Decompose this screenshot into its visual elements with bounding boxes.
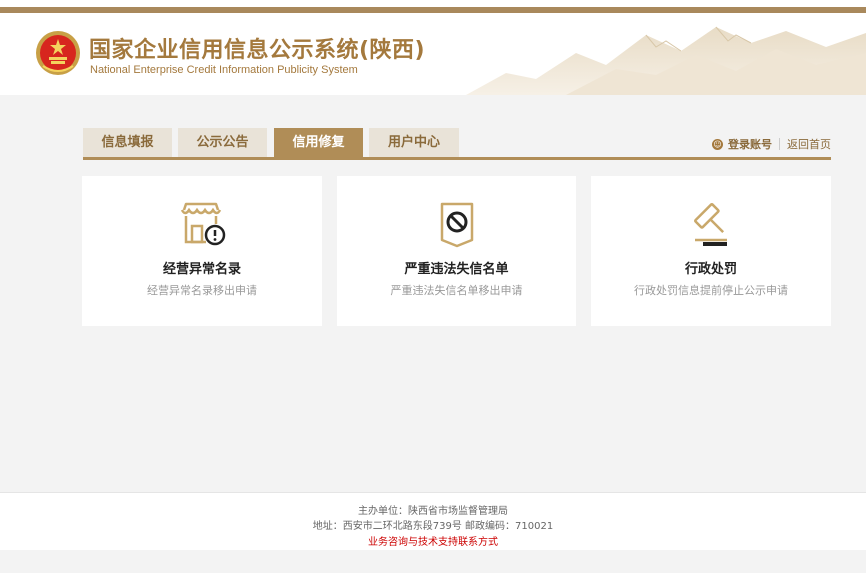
shop-alert-icon [180, 202, 226, 246]
card-serious-violation[interactable]: 严重违法失信名单 严重违法失信名单移出申请 [337, 176, 576, 326]
user-icon: ☺ [712, 138, 723, 150]
card-abnormal-operation[interactable]: 经营异常名录 经营异常名录移出申请 [82, 176, 322, 326]
card-description: 行政处罚信息提前停止公示申请 [634, 284, 788, 297]
tab-credit-repair[interactable]: 信用修复 [274, 128, 363, 157]
site-title: 国家企业信用信息公示系统(陕西) [89, 38, 426, 63]
footer-contact-link[interactable]: 业务咨询与技术支持联系方式 [0, 533, 866, 548]
tab-info-report[interactable]: 信息填报 [83, 128, 172, 157]
return-home-link[interactable]: 返回首页 [787, 136, 831, 152]
prohibited-list-icon [440, 202, 473, 248]
tab-public-notice[interactable]: 公示公告 [178, 128, 267, 157]
site-header: 国家企业信用信息公示系统(陕西) National Enterprise Cre… [0, 13, 866, 95]
card-description: 经营异常名录移出申请 [147, 284, 257, 297]
site-subtitle: National Enterprise Credit Information P… [90, 64, 358, 76]
account-links: ☺ 登录账号 返回首页 [712, 136, 831, 152]
divider [779, 138, 780, 150]
card-title: 行政处罚 [684, 262, 737, 277]
card-title: 经营异常名录 [162, 262, 241, 277]
national-emblem-icon [36, 31, 80, 75]
card-administrative-penalty[interactable]: 行政处罚 行政处罚信息提前停止公示申请 [591, 176, 831, 326]
footer-sponsor: 主办单位：陕西省市场监督管理局 [358, 506, 508, 517]
card-title: 严重违法失信名单 [404, 262, 509, 277]
login-link[interactable]: 登录账号 [728, 136, 772, 152]
tab-user-center[interactable]: 用户中心 [369, 128, 459, 157]
mountain-banner-icon [466, 13, 866, 95]
top-strip [0, 0, 866, 13]
site-footer: 主办单位：陕西省市场监督管理局 地址：西安市二环北路东段739号 邮政编码：71… [0, 492, 866, 550]
footer-address: 地址：西安市二环北路东段739号 邮政编码：710021 [312, 521, 554, 532]
card-description: 严重违法失信名单移出申请 [390, 284, 523, 297]
gavel-icon [694, 203, 727, 246]
